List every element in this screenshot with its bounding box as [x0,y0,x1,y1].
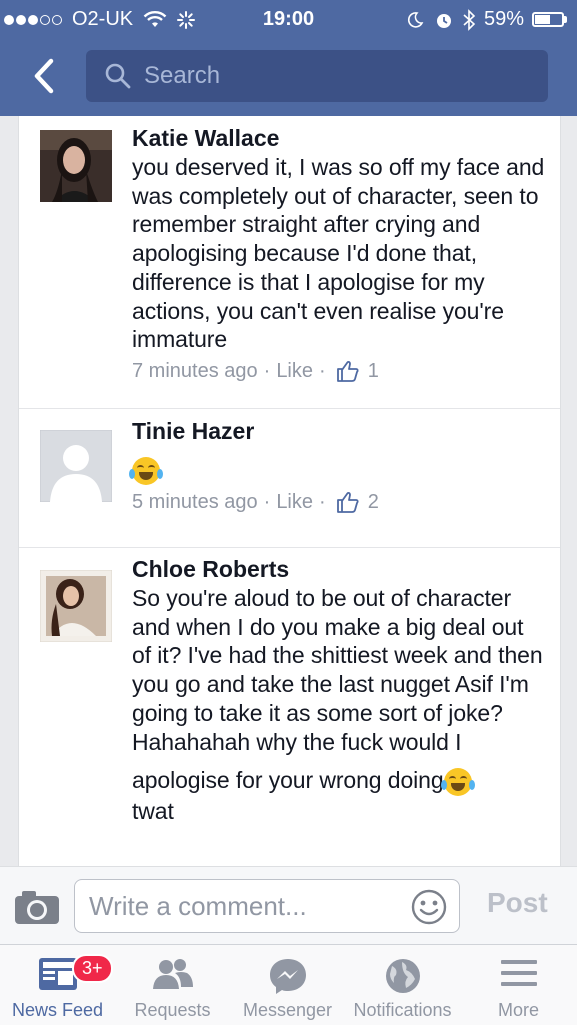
camera-icon [15,891,59,924]
tab-label: Notifications [353,1000,452,1020]
comment-text-end: twat [132,798,174,825]
commenter-name[interactable]: Katie Wallace [132,125,546,152]
search-placeholder: Search [144,62,221,89]
tab-label: Messenger [242,1000,333,1020]
alarm-icon [436,13,451,28]
tab-more[interactable]: More [460,945,577,1025]
do-not-disturb-icon [407,11,424,28]
comment-text: So you're aloud to be out of character a… [132,585,543,755]
notification-badge: 3+ [72,954,113,983]
avatar[interactable] [40,130,112,202]
status-bar: O2-UK 19:00 59% [0,0,577,38]
messenger-icon [269,959,306,994]
like-link[interactable]: Like [276,360,313,383]
avatar[interactable] [39,429,113,503]
back-button[interactable] [24,54,64,98]
bluetooth-icon [463,8,476,31]
tab-label: News Feed [11,1000,104,1020]
like-link[interactable]: Like [276,491,313,514]
comment-item: Tinie Hazer 5 minutes ago · Like · 2 [19,409,560,548]
tab-notifications[interactable]: Notifications [345,945,460,1025]
smiley-icon [411,889,447,925]
comment-item: Chloe Roberts So you're aloud to be out … [19,548,560,866]
comment-timestamp: 7 minutes ago [132,359,258,382]
emoji-button[interactable] [411,889,447,930]
post-button[interactable]: Post [487,887,548,919]
battery-icon [532,12,564,27]
comment-timestamp: 5 minutes ago [132,490,258,513]
friend-requests-icon [152,959,193,989]
menu-icon [500,960,537,986]
like-count: 1 [367,359,379,382]
tab-label: Requests [134,1000,211,1020]
comment-composer: Write a comment... Post [0,866,577,945]
comment-placeholder: Write a comment... [89,890,307,921]
news-feed-icon [38,958,77,990]
top-bar: O2-UK 19:00 59% Search [0,0,577,116]
tab-bar: 3+ News Feed Requests Messenger Notifica… [0,944,577,1025]
thumbs-up-icon [336,361,359,383]
search-icon [105,63,131,89]
tab-label: More [497,1000,539,1020]
comment-input[interactable]: Write a comment... [74,879,460,933]
commenter-name[interactable]: Tinie Hazer [132,418,546,445]
thumbs-up-icon [336,492,359,514]
avatar[interactable] [39,569,113,643]
comment-text: you deserved it, I was so off my face an… [132,154,545,353]
search-input[interactable]: Search [86,50,548,102]
comment-item: Katie Wallace you deserved it, I was so … [19,116,560,409]
camera-button[interactable] [14,889,60,930]
battery-percent: 59% [483,8,524,30]
tears-of-joy-emoji [440,768,475,797]
comment-text-continued: apologise for your wrong doing [132,767,444,794]
tab-news-feed[interactable]: 3+ News Feed [0,945,115,1025]
commenter-name[interactable]: Chloe Roberts [132,556,546,583]
tab-messenger[interactable]: Messenger [230,945,345,1025]
tab-requests[interactable]: Requests [115,945,230,1025]
tears-of-joy-emoji [129,456,163,485]
comments-list[interactable]: Katie Wallace you deserved it, I was so … [18,116,561,866]
globe-icon [385,959,420,993]
chevron-left-icon [34,58,54,94]
like-count: 2 [367,490,379,513]
